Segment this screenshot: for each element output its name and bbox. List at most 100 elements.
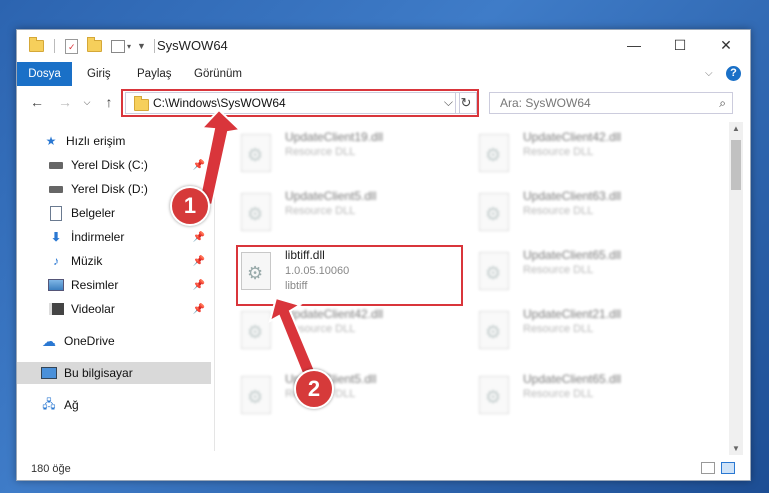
sidebar-item-quick-access[interactable]: ★ Hızlı erişim xyxy=(17,130,211,152)
sidebar-item-this-pc[interactable]: Bu bilgisayar xyxy=(17,362,211,384)
quick-access-toolbar: ✓ ▾ ▼ xyxy=(29,37,155,54)
file-type: Resource DLL xyxy=(285,205,356,217)
item-count: 180 öğe xyxy=(31,463,71,475)
navigation-pane: ★ Hızlı erişim Yerel Disk (C:) 📌 Yerel D… xyxy=(17,126,213,456)
sidebar-item-downloads[interactable]: ⬇ İndirmeler 📌 xyxy=(17,226,211,248)
scroll-thumb[interactable] xyxy=(731,140,741,190)
scroll-down-icon[interactable]: ▼ xyxy=(732,444,740,453)
file-name: UpdateClient42.dll xyxy=(523,130,622,144)
properties-icon[interactable]: ✓ xyxy=(65,38,78,54)
tab-file[interactable]: Dosya xyxy=(17,62,72,86)
scroll-up-icon[interactable]: ▲ xyxy=(732,124,740,133)
new-folder-icon[interactable] xyxy=(87,37,102,52)
large-icons-view-icon[interactable] xyxy=(721,462,735,474)
pane-divider xyxy=(214,126,215,451)
dll-file-icon xyxy=(479,252,509,290)
pin-icon[interactable]: 📌 xyxy=(193,280,205,291)
file-item[interactable]: UpdateClient65.dll Resource DLL xyxy=(475,368,695,428)
computer-icon xyxy=(41,366,57,380)
tab-view[interactable]: Görünüm xyxy=(194,62,242,86)
close-button[interactable]: ✕ xyxy=(703,30,749,60)
file-item[interactable]: UpdateClient5.dll Resource DLL xyxy=(237,368,457,428)
file-name: UpdateClient63.dll xyxy=(523,189,622,203)
file-item[interactable]: UpdateClient21.dll Resource DLL xyxy=(475,303,695,363)
pin-icon[interactable]: 📌 xyxy=(193,232,205,243)
dll-file-icon xyxy=(479,376,509,414)
folder-icon xyxy=(29,37,44,52)
download-icon: ⬇ xyxy=(50,230,62,244)
explorer-window: ✓ ▾ ▼ SysWOW64 — ☐ ✕ Dosya Giriş Paylaş … xyxy=(16,29,751,481)
sidebar-item-videos[interactable]: Videolar 📌 xyxy=(17,298,211,320)
view-options-icon[interactable] xyxy=(111,39,125,53)
pin-icon[interactable]: 📌 xyxy=(193,304,205,315)
pictures-icon xyxy=(48,278,64,292)
file-item[interactable]: UpdateClient63.dll Resource DLL xyxy=(475,185,695,245)
sidebar-item-music[interactable]: ♪ Müzik 📌 xyxy=(17,250,211,272)
file-type: Resource DLL xyxy=(523,264,594,276)
dll-file-icon xyxy=(479,134,509,172)
address-highlight-box xyxy=(121,89,479,117)
recent-locations-icon[interactable]: ⌵ xyxy=(77,92,97,112)
file-type: Resource DLL xyxy=(523,388,594,400)
file-item[interactable]: UpdateClient19.dll Resource DLL xyxy=(237,126,457,186)
search-icon: ⌕ xyxy=(719,96,726,110)
file-item[interactable]: UpdateClient42.dll Resource DLL xyxy=(475,126,695,186)
pin-icon[interactable]: 📌 xyxy=(193,256,205,267)
file-name: UpdateClient21.dll xyxy=(523,307,622,321)
file-item[interactable]: UpdateClient5.dll Resource DLL xyxy=(237,185,457,245)
sidebar-item-label: Videolar xyxy=(71,302,115,316)
star-icon: ★ xyxy=(45,134,57,148)
forward-button[interactable]: → xyxy=(55,92,75,112)
drive-icon xyxy=(48,158,64,172)
sidebar-item-pictures[interactable]: Resimler 📌 xyxy=(17,274,211,296)
file-item[interactable]: UpdateClient42.dll Resource DLL xyxy=(237,303,457,363)
tab-home[interactable]: Giriş xyxy=(87,62,111,86)
window-title: SysWOW64 xyxy=(157,38,228,53)
sidebar-item-label: İndirmeler xyxy=(71,230,125,244)
sidebar-item-disk-c[interactable]: Yerel Disk (C:) 📌 xyxy=(17,154,211,176)
dll-file-icon xyxy=(479,311,509,349)
sidebar-item-label: OneDrive xyxy=(64,334,115,348)
file-item[interactable]: UpdateClient65.dll Resource DLL xyxy=(475,244,695,304)
step-badge-1: 1 xyxy=(170,186,210,226)
sidebar-item-label: Ağ xyxy=(64,398,79,412)
details-view-icon[interactable] xyxy=(701,462,715,474)
dll-file-icon xyxy=(479,193,509,231)
title-bar: ✓ ▾ ▼ SysWOW64 — ☐ ✕ xyxy=(17,30,750,62)
up-button[interactable]: ↑ xyxy=(99,92,119,112)
status-bar: 180 öğe xyxy=(17,460,750,480)
maximize-button[interactable]: ☐ xyxy=(657,30,703,60)
sidebar-item-label: Yerel Disk (D:) xyxy=(71,182,148,196)
minimize-button[interactable]: — xyxy=(611,30,657,60)
pin-icon[interactable]: 📌 xyxy=(193,160,205,171)
file-type: Resource DLL xyxy=(285,323,356,335)
sidebar-item-label: Belgeler xyxy=(71,206,116,220)
dll-file-icon xyxy=(241,376,271,414)
file-type: Resource DLL xyxy=(523,146,594,158)
file-name: UpdateClient42.dll xyxy=(285,307,384,321)
sidebar-item-label: Resimler xyxy=(71,278,119,292)
customize-toolbar-icon[interactable]: ▼ xyxy=(137,41,146,51)
help-button[interactable]: ? xyxy=(726,66,741,81)
tab-share[interactable]: Paylaş xyxy=(137,62,172,86)
file-name: UpdateClient5.dll xyxy=(285,189,377,203)
back-button[interactable]: ← xyxy=(27,92,47,112)
search-input[interactable]: Ara: SysWOW64 xyxy=(500,96,591,110)
sidebar-item-network[interactable]: 🖧 Ağ xyxy=(17,394,211,416)
search-box[interactable]: Ara: SysWOW64 ⌕ xyxy=(489,92,733,114)
chevron-down-icon[interactable]: ▾ xyxy=(127,42,131,51)
sidebar-item-onedrive[interactable]: ☁ OneDrive xyxy=(17,330,211,352)
file-name: UpdateClient65.dll xyxy=(523,248,622,262)
chevron-down-icon[interactable]: ⌵ xyxy=(705,62,713,86)
step-badge-2: 2 xyxy=(294,369,334,409)
sidebar-item-label: Hızlı erişim xyxy=(66,134,126,148)
ribbon-tabs: Dosya Giriş Paylaş Görünüm ⌵ ? xyxy=(17,62,750,86)
sidebar-item-label: Bu bilgisayar xyxy=(64,366,133,380)
network-icon: 🖧 xyxy=(42,396,56,411)
sidebar-item-label: Yerel Disk (C:) xyxy=(71,158,148,172)
file-highlight-box xyxy=(236,245,463,306)
dll-file-icon xyxy=(241,193,271,231)
dll-file-icon xyxy=(241,311,271,349)
cloud-icon: ☁ xyxy=(42,332,56,349)
vertical-scrollbar[interactable]: ▲ ▼ xyxy=(729,122,743,455)
